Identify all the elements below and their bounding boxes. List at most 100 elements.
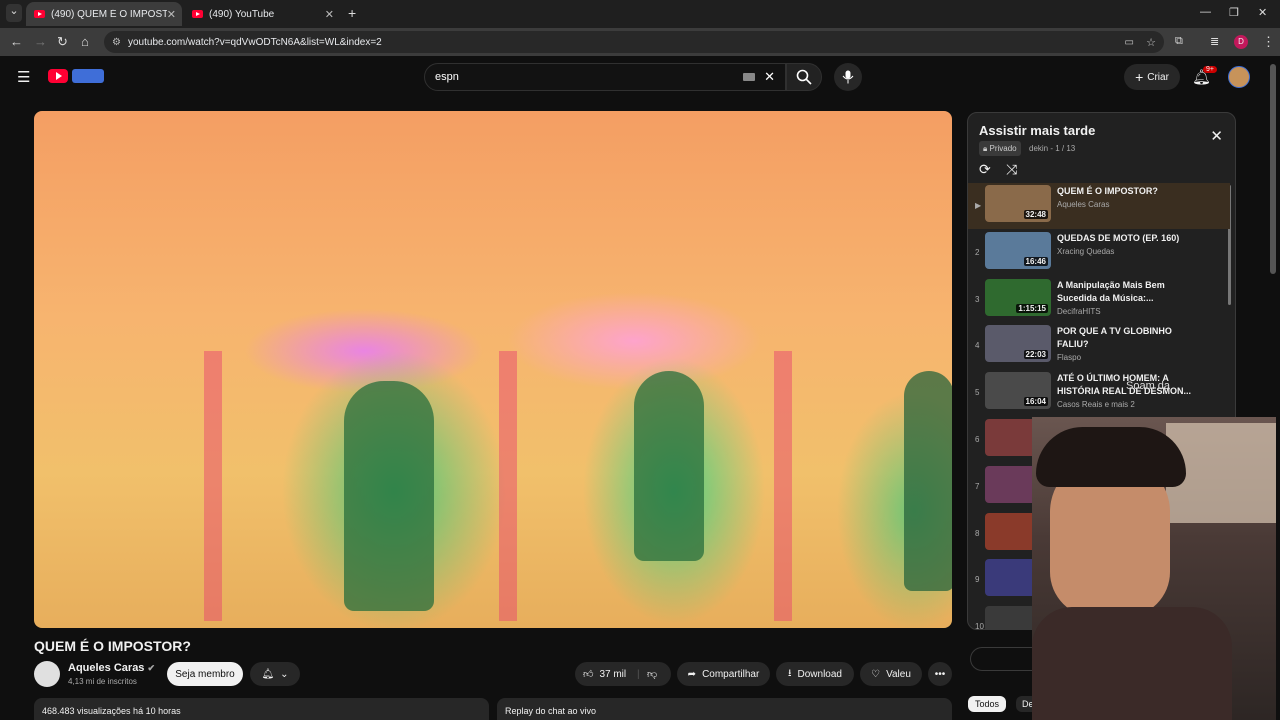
playlist-item-index: ▶: [975, 201, 982, 210]
download-button[interactable]: ⭳ Download: [776, 662, 854, 686]
join-button[interactable]: Seja membro: [167, 662, 243, 686]
playlist-item[interactable]: 3 1:15:15 A Manipulação Mais Bem Sucedida …: [968, 277, 1230, 323]
channel-name[interactable]: Aqueles Caras ✔: [68, 662, 155, 674]
overlay-caption: Soam da: [1126, 380, 1171, 392]
webcam-person-hair: [1036, 427, 1186, 487]
playlist-item-thumbnail[interactable]: 16:04: [985, 372, 1051, 410]
playlist-item[interactable]: 2 16:46 QUEDAS DE MOTO (EP. 160) Xracing Qu…: [968, 230, 1230, 276]
playlist-item-duration: 32:48: [1023, 210, 1048, 219]
playlist-item-index: 5: [975, 388, 980, 398]
share-button[interactable]: ➦ Compartilhar: [677, 662, 770, 686]
reading-list-icon[interactable]: ≣: [1210, 35, 1219, 48]
video-figure: [904, 371, 952, 591]
window-close-icon[interactable]: ✕: [1258, 6, 1267, 19]
playlist-item-channel: Flaspo: [1057, 353, 1082, 363]
page-scrollbar[interactable]: [1270, 64, 1276, 274]
video-title: QUEM É O IMPOSTOR?: [34, 638, 191, 654]
youtube-favicon-icon: [192, 10, 203, 18]
tab-current[interactable]: (490) QUEM É O IMPOSTOR? - Y ✕: [26, 2, 182, 26]
plus-icon: +: [1135, 69, 1144, 85]
home-icon[interactable]: ⌂: [81, 34, 89, 49]
playlist-item-thumbnail[interactable]: 22:03: [985, 325, 1051, 363]
subscriber-count: 4,13 mi de inscritos: [68, 677, 137, 686]
create-button[interactable]: + Criar: [1124, 64, 1180, 90]
clear-search-icon[interactable]: ✕: [764, 69, 775, 85]
close-tab-icon[interactable]: ✕: [325, 8, 334, 21]
playlist-item-title[interactable]: QUEM É O IMPOSTOR?: [1057, 185, 1192, 198]
playlist-item-title[interactable]: ATÉ O ÚLTIMO HOMEM: A HISTÓRIA REAL DE D…: [1057, 372, 1192, 398]
more-icon: •••: [934, 668, 946, 680]
youtube-logo[interactable]: [48, 68, 106, 84]
extensions-icon[interactable]: ⧉: [1175, 35, 1183, 48]
bookmark-star-icon[interactable]: ☆: [1146, 36, 1156, 49]
close-playlist-icon[interactable]: ✕: [1210, 127, 1223, 145]
browser-tab-bar: ⌄ (490) QUEM É O IMPOSTOR? - Y ✕ (490) Y…: [0, 0, 1280, 28]
playlist-item-index: 8: [975, 528, 980, 538]
webcam-person-shirt: [1032, 607, 1232, 720]
account-avatar[interactable]: [1228, 66, 1250, 88]
site-info-icon[interactable]: ⚙: [112, 37, 121, 48]
create-label: Criar: [1147, 71, 1169, 83]
voice-search-button[interactable]: [834, 63, 862, 91]
description-box[interactable]: 468.483 visualizações há 10 horas: [34, 698, 489, 720]
playlist-item-thumbnail[interactable]: 1:15:15: [985, 278, 1051, 316]
shuffle-icon[interactable]: ⤨: [1006, 161, 1017, 178]
playlist-item-thumbnail[interactable]: 16:46: [985, 231, 1051, 269]
bell-icon: 🔔︎: [261, 668, 275, 680]
like-icon[interactable]: 👍︎: [583, 668, 593, 680]
like-count[interactable]: 37 mil: [599, 669, 626, 680]
forward-icon[interactable]: →: [34, 34, 47, 49]
playlist-item[interactable]: 4 22:03 POR QUE A TV GLOBINHO FALIU? Flaspo: [968, 323, 1230, 369]
playlist-item-title[interactable]: QUEDAS DE MOTO (EP. 160): [1057, 232, 1192, 245]
playlist-item-channel: Aqueles Caras: [1057, 200, 1110, 209]
minimize-icon[interactable]: —: [1200, 6, 1211, 18]
playlist-item-thumbnail[interactable]: 32:48: [985, 185, 1051, 222]
back-icon[interactable]: ←: [10, 34, 23, 49]
microphone-icon: [842, 70, 854, 84]
search-button[interactable]: [786, 63, 822, 91]
playlist-item[interactable]: ▶ 32:48 QUEM É O IMPOSTOR? Aqueles Caras: [968, 183, 1230, 229]
download-icon: ⭳: [788, 667, 792, 679]
search-icon: [796, 69, 812, 85]
share-label: Compartilhar: [702, 668, 760, 680]
dislike-icon[interactable]: 👎︎: [647, 668, 657, 680]
lock-icon: 🔒︎: [983, 144, 988, 153]
chat-replay-box[interactable]: Replay do chat ao vivo: [497, 698, 952, 720]
close-tab-icon[interactable]: ✕: [167, 8, 176, 21]
search-input[interactable]: espn ✕: [424, 63, 786, 91]
restore-icon[interactable]: ❐: [1229, 6, 1239, 19]
playlist-item-index: 9: [975, 575, 980, 585]
privacy-badge: 🔒︎ Privado: [979, 141, 1021, 156]
playlist-item-title[interactable]: A Manipulação Mais Bem Sucedida da Músic…: [1057, 279, 1192, 305]
search-query: espn: [435, 71, 459, 83]
video-player[interactable]: [34, 111, 952, 628]
playlist-item-duration: 22:03: [1023, 350, 1048, 360]
tab-search-button[interactable]: ⌄: [6, 4, 22, 22]
cast-icon[interactable]: ▭: [1125, 37, 1134, 48]
playlist-item-index: 3: [975, 294, 980, 304]
chip-all[interactable]: Todos: [968, 696, 1007, 712]
address-bar[interactable]: ⚙ youtube.com/watch?v=qdVwODTcN6A&list=W…: [104, 31, 1164, 53]
new-tab-icon[interactable]: +: [348, 5, 356, 21]
loop-icon[interactable]: ⟳: [979, 161, 991, 178]
reload-icon[interactable]: ↻: [57, 34, 68, 50]
playlist-item[interactable]: 5 16:04 ATÉ O ÚLTIMO HOMEM: A HISTÓRIA REA…: [968, 370, 1230, 416]
hamburger-menu-icon[interactable]: ☰: [17, 68, 30, 86]
profile-avatar[interactable]: D: [1234, 35, 1248, 49]
browser-menu-icon[interactable]: ⋮: [1262, 34, 1275, 50]
like-dislike-group: 👍︎ 37 mil | 👎︎: [575, 662, 671, 686]
channel-avatar[interactable]: [34, 661, 60, 687]
playlist-item-duration: 16:04: [1023, 397, 1048, 407]
video-figure: [634, 371, 704, 561]
chevron-down-icon: ⌄: [280, 668, 289, 680]
thanks-button[interactable]: ♡ Valeu: [860, 662, 922, 686]
playlist-item-title[interactable]: POR QUE A TV GLOBINHO FALIU?: [1057, 325, 1192, 351]
playlist-title[interactable]: Assistir mais tarde: [979, 123, 1095, 138]
share-icon: ➦: [687, 668, 697, 680]
more-actions-button[interactable]: •••: [928, 662, 952, 686]
chat-input-edge[interactable]: [970, 647, 1032, 671]
subscription-bell-button[interactable]: 🔔︎ ⌄: [250, 662, 300, 686]
tab-youtube[interactable]: (490) YouTube ✕: [184, 2, 340, 26]
privacy-label: Privado: [989, 144, 1017, 153]
keyboard-icon[interactable]: [743, 73, 755, 81]
